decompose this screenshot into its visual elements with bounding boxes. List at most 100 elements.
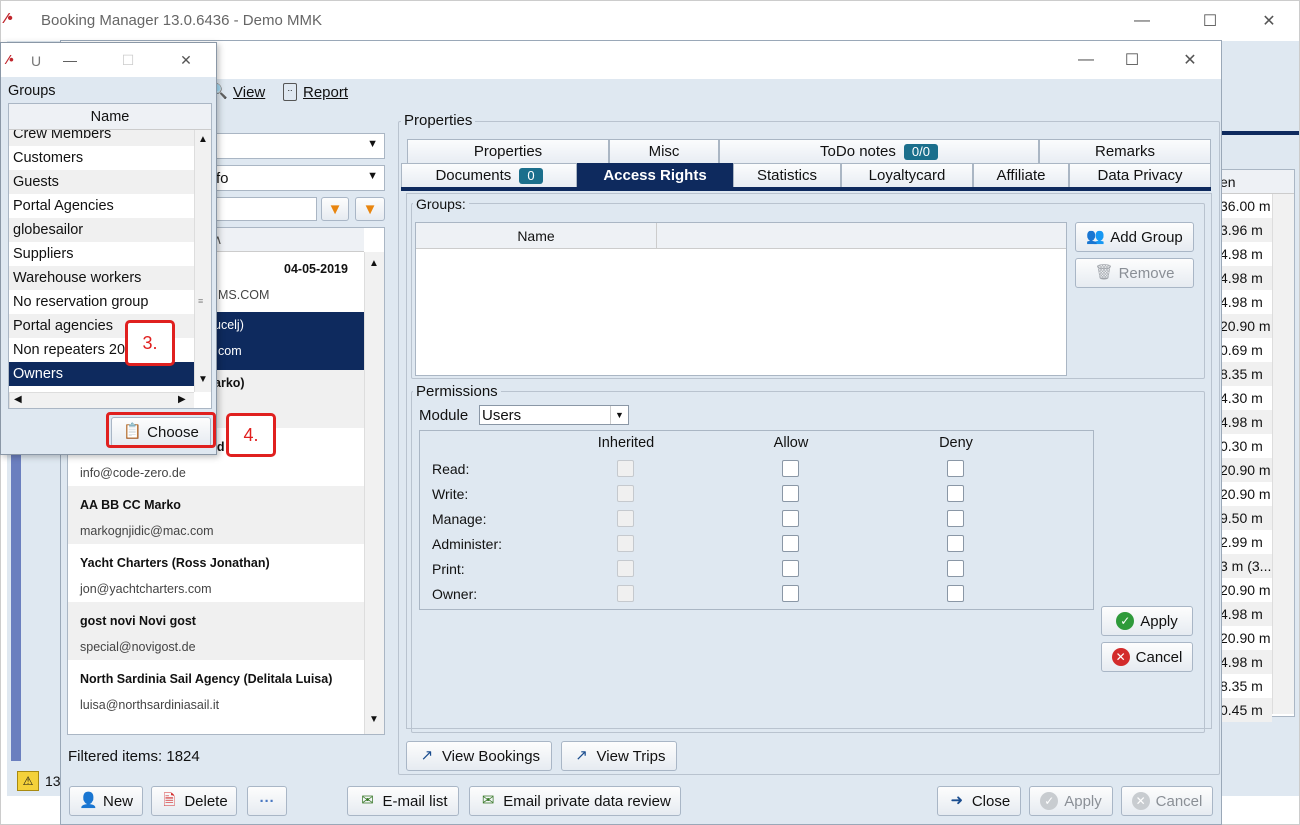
close-button[interactable]: ➜ Close [937,786,1021,816]
customer-name: Yacht Charters (Ross Jonathan) [80,556,270,570]
view-menu[interactable]: 🔍 View [209,83,265,101]
perm-apply-button[interactable]: ✓ Apply [1101,606,1193,636]
list-item[interactable]: North Sardinia Sail Agency (Delitala Lui… [68,660,370,718]
tab-data-privacy[interactable]: Data Privacy [1069,163,1211,187]
clear-filter-button[interactable]: ▼ [355,197,385,221]
popup-maximize-icon[interactable]: ☐ [105,44,151,76]
main-minimize-icon[interactable]: — [1119,5,1165,37]
report-menu[interactable]: .. Report [283,83,348,101]
arrow-up-right-icon: ↗ [575,747,588,764]
perm-checkbox[interactable] [947,485,964,502]
remove-button[interactable]: 🗑 Remove [1075,258,1194,288]
tab-affiliate[interactable]: Affiliate [973,163,1069,187]
tab-access-rights[interactable]: Access Rights [577,163,733,187]
group-list-item[interactable]: Suppliers [9,242,194,266]
bg-right-value: 4.98 m [1220,246,1263,262]
popup-close-icon[interactable]: ✕ [163,44,209,76]
more-button[interactable]: ··· [247,786,287,816]
perm-checkbox[interactable] [947,535,964,552]
clear-filter-icon: ▼ [362,200,378,218]
customer-name: North Sardinia Sail Agency (Delitala Lui… [80,672,333,686]
main-window-title: Booking Manager 13.0.6436 - Demo MMK [41,12,322,29]
tab-remarks[interactable]: Remarks [1039,139,1211,163]
view-bookings-label: View Bookings [441,747,541,765]
tab-todo-notes[interactable]: ToDo notes 0/0 [719,139,1039,163]
perm-checkbox[interactable] [782,460,799,477]
popup-name-column[interactable]: Name [9,104,211,130]
bottom-apply-button[interactable]: ✓ Apply [1029,786,1113,816]
tab-properties[interactable]: Properties [407,139,609,163]
cancel-icon: ✕ [1131,792,1150,810]
email-list-button[interactable]: ✉ E-mail list [347,786,459,816]
delete-label: Delete [184,792,228,810]
new-button[interactable]: 👤 New [69,786,143,816]
popup-scroll-thumb[interactable]: ≡ [198,296,203,306]
tab-documents[interactable]: Documents 0 [401,163,577,187]
cust-close-icon[interactable]: ✕ [1167,44,1213,76]
popup-scroll-left-icon[interactable]: ◀ [14,394,22,405]
groups-name-column[interactable]: Name [416,223,657,249]
status-count: 13 [45,773,61,789]
bg-right-value: 8.35 m [1220,678,1263,694]
customer-list-scrollbar[interactable]: ▲ ▼ [364,252,384,734]
perm-checkbox[interactable] [947,510,964,527]
tab-content: Groups: Name 👥 Add Group 🗑 Remove Permissi… [406,193,1212,733]
group-list-item[interactable]: Guests [9,170,194,194]
perm-checkbox[interactable] [782,585,799,602]
perm-checkbox[interactable] [782,485,799,502]
cust-minimize-icon[interactable]: — [1063,44,1109,76]
main-maximize-icon[interactable]: ☐ [1187,5,1233,37]
perm-checkbox[interactable] [947,460,964,477]
new-user-icon: 👤 [78,792,98,809]
delete-button[interactable]: 🗎 Delete [151,786,237,816]
perm-row-label: Print: [432,561,465,577]
list-item[interactable]: AA BB CC Marko markognjidic@mac.com [68,486,370,544]
perm-checkbox[interactable] [782,535,799,552]
perm-checkbox [617,535,634,552]
choose-highlight [106,412,216,448]
selected-email-partial: com [218,344,242,358]
perm-checkbox[interactable] [947,560,964,577]
group-list-item[interactable]: Crew Members [9,130,194,146]
customer-email: info@code-zero.de [80,466,186,480]
bottom-cancel-button[interactable]: ✕ Cancel [1121,786,1213,816]
tab-statistics[interactable]: Statistics [733,163,841,187]
close-label: Close [971,792,1011,810]
tab-loyaltycard[interactable]: Loyaltycard [841,163,973,187]
group-list-item[interactable]: globesailor [9,218,194,242]
bg-right-scrollbar[interactable] [1272,194,1294,714]
popup-vscroll[interactable]: ▲ ≡ ▼ [194,130,211,392]
list-item[interactable]: gost novi Novi gost special@novigost.de [68,602,370,660]
popup-scroll-right-icon[interactable]: ▶ [178,394,186,405]
popup-scroll-up-icon[interactable]: ▲ [198,134,208,145]
module-arrow-icon[interactable]: ▼ [610,406,628,424]
module-select[interactable]: Users ▼ [479,405,629,425]
perm-checkbox[interactable] [782,510,799,527]
customer-email: markognjidic@mac.com [80,524,214,538]
group-list-item[interactable]: No reservation group [9,290,194,314]
cust-maximize-icon[interactable]: ☐ [1109,44,1155,76]
group-list-item[interactable]: Portal Agencies [9,194,194,218]
popup-scroll-down-icon[interactable]: ▼ [198,374,208,385]
tab-label: Properties [473,143,543,160]
tab-label: Misc [648,143,680,160]
perm-checkbox[interactable] [947,585,964,602]
group-list-item[interactable]: Customers [9,146,194,170]
main-close-icon[interactable]: ✕ [1246,5,1292,37]
list-scroll-down-icon[interactable]: ▼ [369,714,379,725]
bg-right-value: 4.98 m [1216,650,1272,674]
perm-checkbox[interactable] [782,560,799,577]
list-item[interactable]: Yacht Charters (Ross Jonathan) jon@yachtc… [68,544,370,602]
filter-button[interactable]: ▼ [321,197,349,221]
popup-minimize-icon[interactable]: — [47,44,93,76]
list-scroll-up-icon[interactable]: ▲ [369,258,379,269]
view-bookings-button[interactable]: ↗ View Bookings [406,741,552,771]
popup-hscroll[interactable]: ◀ ▶ [9,392,194,408]
email-private-button[interactable]: ✉ Email private data review [469,786,681,816]
group-list-item[interactable]: Warehouse workers [9,266,194,290]
add-group-button[interactable]: 👥 Add Group [1075,222,1194,252]
view-trips-button[interactable]: ↗ View Trips [561,741,677,771]
perm-cancel-button[interactable]: ✕ Cancel [1101,642,1193,672]
bg-right-list [1215,131,1299,135]
tab-misc[interactable]: Misc [609,139,719,163]
